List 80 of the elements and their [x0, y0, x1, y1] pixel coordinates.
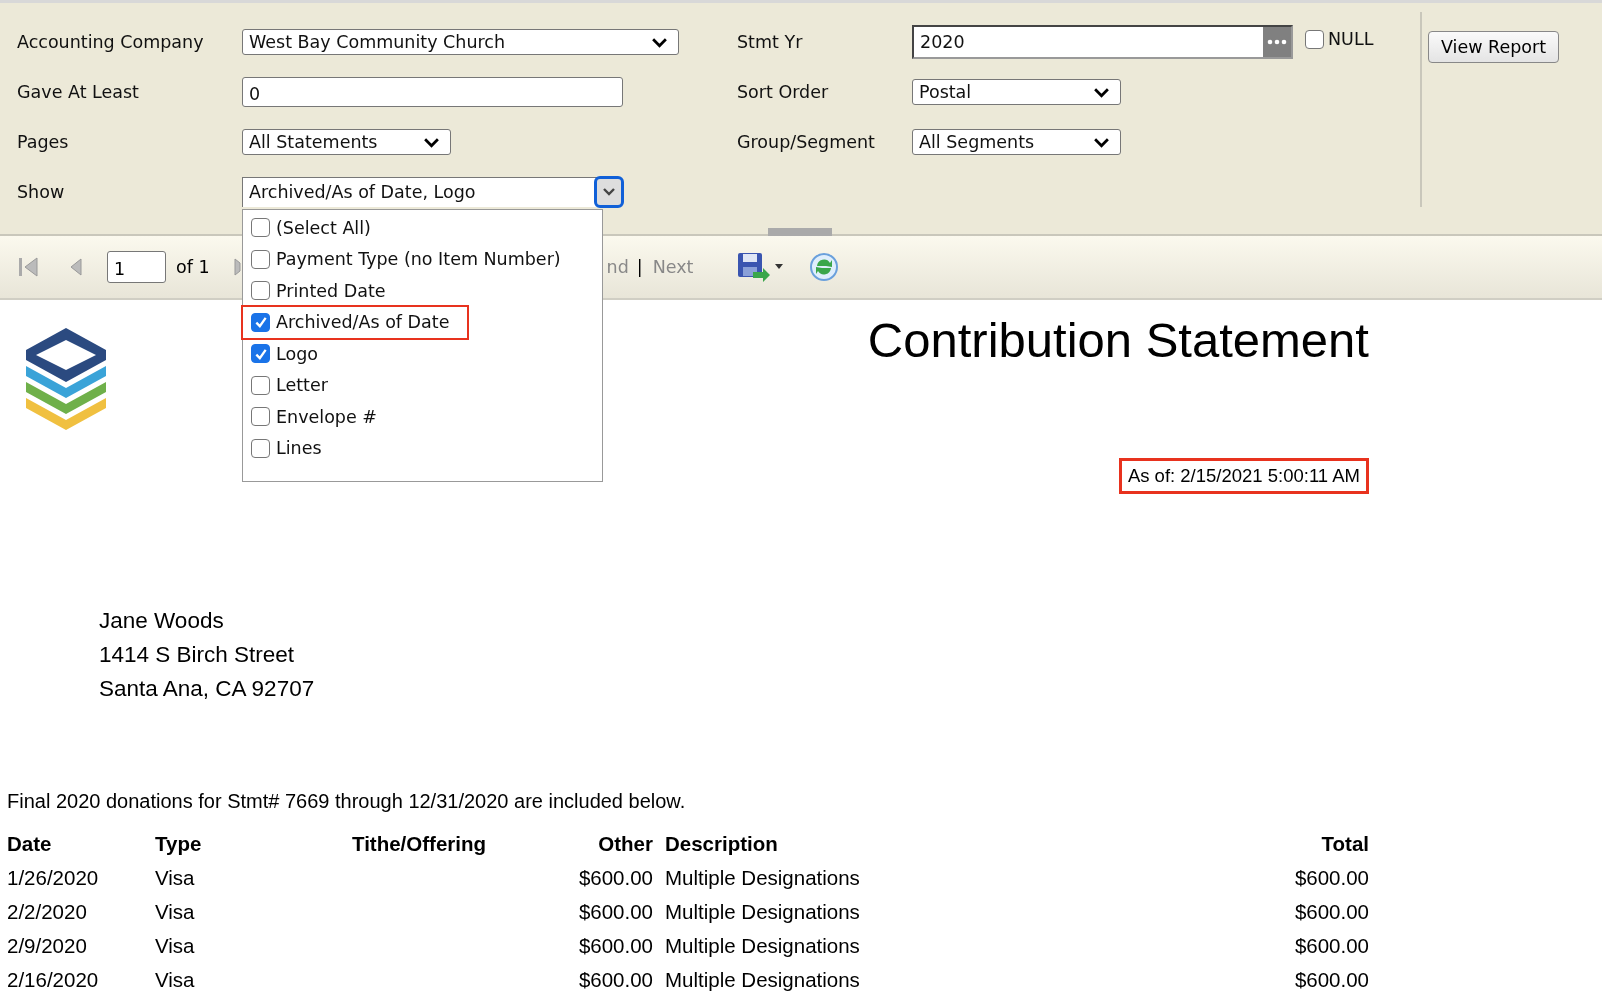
- checkbox[interactable]: [251, 344, 270, 364]
- null-label: NULL: [1328, 29, 1374, 49]
- null-checkbox[interactable]: [1305, 29, 1324, 49]
- option-item[interactable]: Lines: [251, 432, 334, 464]
- table-cell: Visa: [155, 968, 195, 991]
- checkbox[interactable]: [251, 312, 270, 332]
- option-item[interactable]: Logo: [251, 338, 330, 370]
- table-cell: 2/9/2020: [7, 934, 87, 957]
- first-page-icon[interactable]: [17, 256, 39, 278]
- table-cell: Multiple Designations: [665, 866, 860, 889]
- more-icon[interactable]: [1263, 27, 1291, 57]
- chevron-down-icon: [602, 187, 616, 197]
- column-header: Description: [664, 831, 779, 857]
- field-label: Show: [17, 182, 66, 202]
- field-label: Pages: [17, 132, 70, 152]
- table-cell: $600.00: [578, 866, 653, 889]
- table-cell: $600.00: [1294, 934, 1369, 957]
- table-cell: Multiple Designations: [665, 968, 860, 991]
- option-item[interactable]: Envelope #: [251, 401, 389, 433]
- option-item[interactable]: Printed Date: [251, 275, 398, 307]
- amount-field[interactable]: 0: [242, 77, 623, 107]
- checkbox[interactable]: [251, 218, 270, 238]
- table-cell: Multiple Designations: [665, 900, 860, 923]
- company-dropdown[interactable]: West Bay Community Church: [242, 29, 679, 55]
- view-report-button[interactable]: View Report: [1428, 31, 1560, 63]
- table-cell: $600.00: [578, 934, 653, 957]
- table-cell: Multiple Designations: [665, 934, 860, 957]
- field-label: Sort Order: [737, 82, 830, 102]
- intro-text: Final 2020 donations for Stmt# 7669 through 12/31/2020 are included below.: [7, 790, 687, 813]
- field-label: Stmt Yr: [737, 32, 804, 52]
- address-line: Santa Ana, CA 92707: [99, 675, 316, 703]
- checkbox[interactable]: [251, 281, 270, 301]
- field-label: Accounting Company: [17, 32, 205, 52]
- previous-page-icon[interactable]: [69, 257, 83, 277]
- table-cell: 1/26/2020: [7, 866, 99, 889]
- column-header: Total: [1320, 831, 1369, 857]
- column-header: Date: [7, 831, 53, 857]
- collapse-handle[interactable]: [768, 228, 832, 236]
- table-cell: 2/2/2020: [7, 900, 87, 923]
- pages-dropdown[interactable]: All Statements: [242, 129, 451, 155]
- page-number-field[interactable]: 1: [107, 251, 166, 283]
- chevron-down-icon: [423, 136, 440, 148]
- sort-dropdown[interactable]: Postal: [912, 79, 1121, 105]
- table-cell: $600.00: [578, 968, 653, 991]
- table-cell: Visa: [155, 934, 195, 957]
- table-cell: $600.00: [1294, 900, 1369, 923]
- field-label: Gave At Least: [17, 82, 140, 102]
- report-title: Contribution Statement: [867, 312, 1369, 368]
- table-cell: $600.00: [578, 900, 653, 923]
- column-header: Type: [155, 831, 203, 857]
- checkbox[interactable]: [251, 438, 270, 458]
- address-line: Jane Woods: [99, 607, 225, 635]
- table-cell: Visa: [155, 866, 195, 889]
- field-label: Group/Segment: [737, 132, 876, 152]
- year-field[interactable]: 2020: [912, 25, 1293, 59]
- table-cell: $600.00: [1294, 968, 1369, 991]
- page-count: of 1: [176, 257, 210, 277]
- show-field[interactable]: Archived/As of Date, Logo: [242, 177, 598, 207]
- checkbox[interactable]: [251, 249, 270, 269]
- refresh-icon[interactable]: [809, 252, 840, 282]
- checkbox[interactable]: [251, 407, 270, 427]
- option-item[interactable]: Payment Type (no Item Number): [251, 243, 573, 275]
- table-cell: Visa: [155, 900, 195, 923]
- checkbox[interactable]: [251, 375, 270, 395]
- option-item[interactable]: Archived/As of Date: [243, 306, 468, 338]
- chevron-down-icon: [1093, 136, 1110, 148]
- as-of-date: As of: 2/15/2021 5:00:11 AM: [1118, 458, 1369, 494]
- option-item[interactable]: Letter: [251, 369, 340, 401]
- chevron-down-icon: [651, 36, 668, 48]
- save-icon[interactable]: [737, 252, 786, 282]
- option-item[interactable]: (Select All): [251, 212, 383, 244]
- chevron-down-icon: [1093, 86, 1110, 98]
- table-cell: $600.00: [1294, 866, 1369, 889]
- column-header: Other: [597, 831, 653, 857]
- column-header: Tithe/Offering: [352, 831, 487, 857]
- separator: |: [636, 257, 643, 277]
- table-cell: 2/16/2020: [7, 968, 99, 991]
- segment-dropdown[interactable]: All Segments: [912, 129, 1121, 155]
- address-line: 1414 S Birch Street: [99, 641, 296, 669]
- dropdown-button[interactable]: [594, 176, 624, 208]
